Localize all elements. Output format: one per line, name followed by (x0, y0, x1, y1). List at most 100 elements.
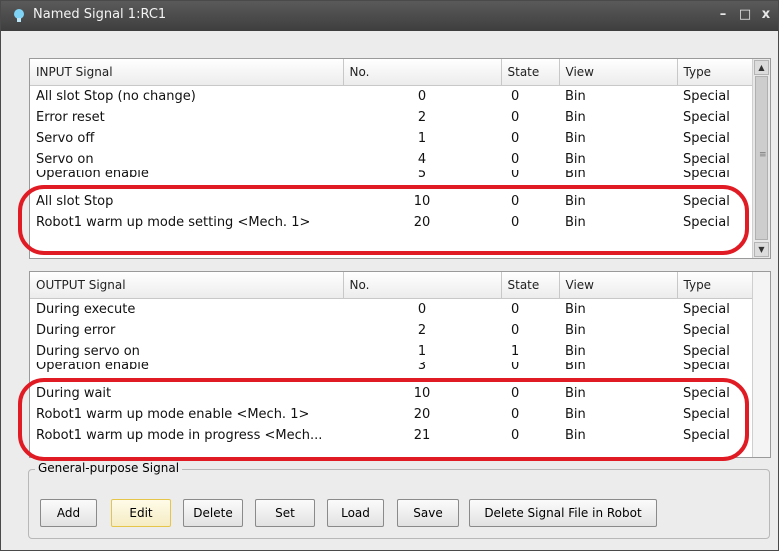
signal-view: Bin (565, 407, 586, 422)
title-bar[interactable]: Named Signal 1:RC1 – □ x (1, 1, 778, 31)
table-row[interactable]: Robot1 warm up mode in progress <Mech...… (30, 425, 752, 446)
table-row[interactable]: Robot1 warm up mode setting <Mech. 1> 20… (30, 212, 752, 233)
col-header-no[interactable]: No. (343, 272, 502, 299)
delete-signal-file-button[interactable]: Delete Signal File in Robot (469, 499, 657, 527)
table-row[interactable]: Robot1 warm up mode enable <Mech. 1> 20 … (30, 404, 752, 425)
signal-no: 1 (417, 131, 427, 146)
col-header-view[interactable]: View (559, 59, 678, 86)
signal-view: Bin (565, 386, 586, 401)
signal-state: 0 (511, 323, 520, 338)
signal-no: 1 (417, 344, 427, 359)
signal-state: 0 (511, 302, 520, 317)
signal-name: Error reset (36, 110, 105, 125)
signal-type: Special (683, 428, 730, 443)
maximize-button[interactable]: □ (736, 6, 754, 24)
signal-name: Servo on (36, 152, 94, 167)
signal-view: Bin (565, 215, 586, 230)
signal-type: Special (683, 302, 730, 317)
signal-no: 10 (413, 194, 431, 209)
add-button[interactable]: Add (40, 499, 97, 527)
edit-button[interactable]: Edit (111, 499, 171, 527)
scroll-thumb[interactable]: ≡ (755, 76, 768, 240)
delete-button-label: Delete (193, 506, 233, 520)
load-button-label: Load (341, 506, 370, 520)
signal-no: 3 (417, 362, 427, 373)
output-signal-table: OUTPUT Signal No. State View Type During… (30, 272, 753, 446)
table-row[interactable]: All slot Stop 10 0 Bin Special (30, 191, 752, 212)
input-table-header: INPUT Signal No. State View Type (30, 59, 753, 86)
signal-name: All slot Stop (36, 194, 114, 209)
signal-state: 0 (511, 386, 520, 401)
signal-no: 0 (417, 89, 427, 104)
table-row[interactable]: Servo on 4 0 Bin Special (30, 149, 752, 170)
signal-no: 2 (417, 323, 427, 338)
input-scrollbar[interactable]: ▲ ≡ ▼ (752, 59, 770, 258)
set-button[interactable]: Set (255, 499, 315, 527)
output-scrollbar[interactable] (752, 272, 770, 457)
delete-button[interactable]: Delete (183, 499, 243, 527)
signal-name: Servo off (36, 131, 95, 146)
col-header-state[interactable]: State (501, 272, 560, 299)
save-button[interactable]: Save (397, 499, 459, 527)
add-button-label: Add (56, 506, 81, 520)
scroll-down-icon[interactable]: ▼ (754, 242, 769, 257)
col-header-signal[interactable]: OUTPUT Signal (30, 272, 344, 299)
signal-state: 0 (511, 428, 520, 443)
signal-type: Special (683, 215, 730, 230)
input-signal-table: INPUT Signal No. State View Type All slo… (30, 59, 753, 233)
signal-view: Bin (565, 170, 586, 181)
signal-view: Bin (565, 110, 586, 125)
col-header-signal[interactable]: INPUT Signal (30, 59, 344, 86)
signal-state: 1 (511, 344, 520, 359)
signal-state: 0 (511, 152, 520, 167)
table-row[interactable]: All slot Stop (no change) 0 0 Bin Specia… (30, 86, 752, 108)
table-row[interactable]: During wait 10 0 Bin Special (30, 383, 752, 404)
scroll-up-icon[interactable]: ▲ (754, 60, 769, 75)
table-row[interactable]: Error reset 2 0 Bin Special (30, 107, 752, 128)
delete-signal-file-label: Delete Signal File in Robot (484, 506, 642, 520)
table-row[interactable]: Operation enable 5 0 Bin Special (30, 170, 752, 191)
general-purpose-label: General-purpose Signal (35, 461, 183, 475)
col-header-type[interactable]: Type (677, 59, 753, 86)
signal-no: 4 (417, 152, 427, 167)
signal-no: 20 (413, 407, 431, 422)
signal-view: Bin (565, 362, 586, 373)
col-header-view[interactable]: View (559, 272, 678, 299)
signal-state: 0 (511, 215, 520, 230)
signal-name: During execute (36, 302, 136, 317)
signal-state: 0 (511, 89, 520, 104)
signal-type: Special (683, 386, 730, 401)
signal-view: Bin (565, 323, 586, 338)
col-header-no[interactable]: No. (343, 59, 502, 86)
signal-type: Special (683, 89, 730, 104)
signal-name: During servo on (36, 344, 140, 359)
signal-view: Bin (565, 428, 586, 443)
load-button[interactable]: Load (327, 499, 384, 527)
signal-state: 0 (511, 170, 520, 181)
lightbulb-icon (14, 9, 24, 22)
signal-type: Special (683, 362, 730, 373)
table-row[interactable]: During servo on 1 1 Bin Special (30, 341, 752, 362)
signal-view: Bin (565, 344, 586, 359)
output-table-header: OUTPUT Signal No. State View Type (30, 272, 753, 299)
signal-type: Special (683, 110, 730, 125)
signal-no: 2 (417, 110, 427, 125)
col-header-state[interactable]: State (501, 59, 560, 86)
table-row[interactable]: Servo off 1 0 Bin Special (30, 128, 752, 149)
close-button[interactable]: x (757, 6, 775, 24)
minimize-button[interactable]: – (714, 6, 732, 24)
signal-view: Bin (565, 89, 586, 104)
table-row[interactable]: During execute 0 0 Bin Special (30, 299, 752, 321)
signal-name: Robot1 warm up mode in progress <Mech... (36, 428, 323, 443)
table-row[interactable]: Operation enable 3 0 Bin Special (30, 362, 752, 383)
signal-name: Operation enable (36, 362, 149, 373)
signal-type: Special (683, 170, 730, 181)
signal-view: Bin (565, 194, 586, 209)
signal-type: Special (683, 131, 730, 146)
col-header-type[interactable]: Type (677, 272, 753, 299)
edit-button-label: Edit (129, 506, 153, 520)
signal-view: Bin (565, 131, 586, 146)
signal-state: 0 (511, 110, 520, 125)
table-row[interactable]: During error 2 0 Bin Special (30, 320, 752, 341)
grip-icon: ≡ (759, 150, 767, 160)
